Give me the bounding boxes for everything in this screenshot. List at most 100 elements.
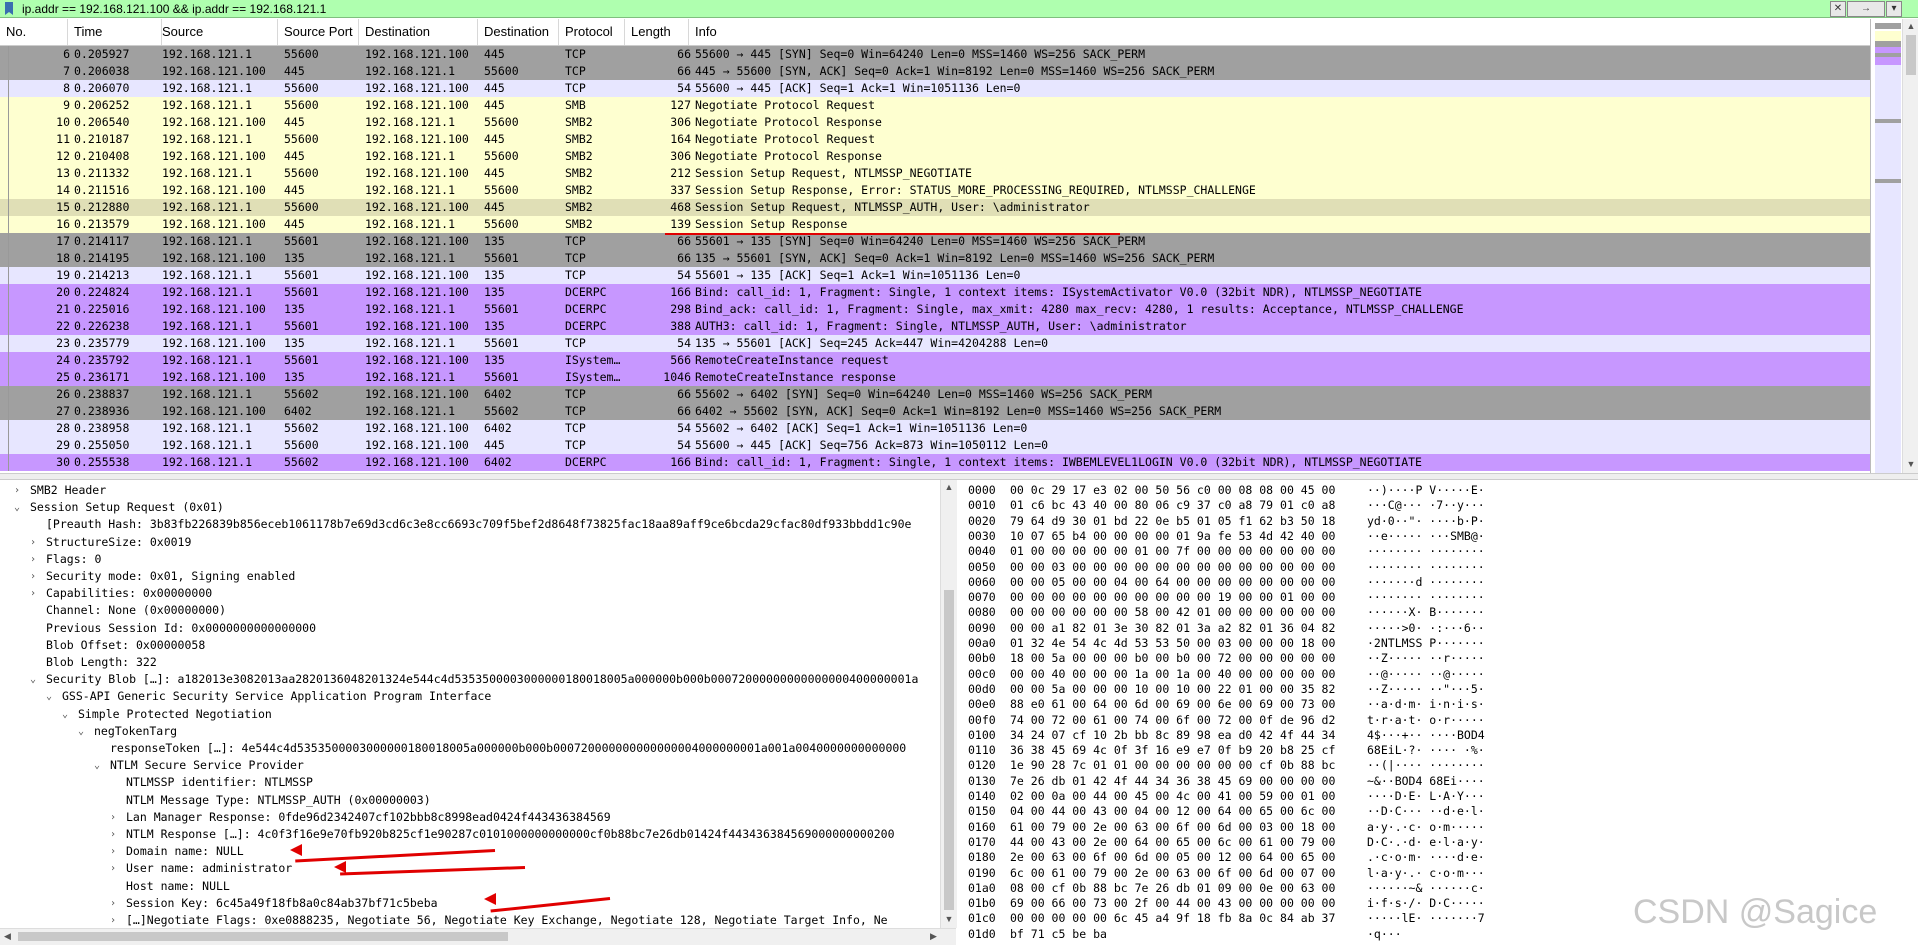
packet-row[interactable]: 7 0.206038 192.168.121.100 445 192.168.121.1… xyxy=(0,63,1870,80)
collapse-arrow-icon[interactable]: › xyxy=(108,860,118,877)
packet-rows: 6 0.205927 192.168.121.1 55600 192.168.121.1… xyxy=(0,46,1870,471)
collapse-arrow-icon[interactable]: › xyxy=(12,482,22,499)
cell-proto: DCERPC xyxy=(565,285,607,299)
packet-row[interactable]: 22 0.226238 192.168.121.1 55601 192.168.121.… xyxy=(0,318,1870,335)
column-header-no[interactable]: No. xyxy=(0,19,68,45)
packet-row[interactable]: 14 0.211516 192.168.121.100 445 192.168.121.… xyxy=(0,182,1870,199)
details-horizontal-scrollbar[interactable]: ◀ ▶ xyxy=(0,928,956,945)
scroll-right-icon[interactable]: ▶ xyxy=(930,930,940,942)
packet-row[interactable]: 30 0.255538 192.168.121.1 55602 192.168.121.… xyxy=(0,454,1870,471)
cell-src: 192.168.121.1 xyxy=(162,455,253,469)
expand-arrow-icon[interactable]: ⌄ xyxy=(76,723,86,740)
cell-src: 192.168.121.1 xyxy=(162,353,253,367)
cell-src: 192.168.121.1 xyxy=(162,200,253,214)
scroll-down-icon[interactable]: ▼ xyxy=(1906,459,1916,469)
packet-row[interactable]: 8 0.206070 192.168.121.1 55600 192.168.121.1… xyxy=(0,80,1870,97)
scroll-up-icon[interactable]: ▲ xyxy=(1906,21,1916,31)
conversation-gutter xyxy=(8,199,9,216)
collapse-arrow-icon[interactable]: › xyxy=(108,809,118,826)
packet-row[interactable]: 13 0.211332 192.168.121.1 55600 192.168.121.… xyxy=(0,165,1870,182)
scroll-thumb[interactable] xyxy=(18,932,508,941)
collapse-arrow-icon[interactable]: › xyxy=(108,843,118,860)
packet-list[interactable]: No. Time Source Source Port Destination … xyxy=(0,19,1870,473)
tree-item-label: StructureSize: 0x0019 xyxy=(46,534,192,549)
expand-arrow-icon[interactable]: ⌄ xyxy=(44,688,54,705)
cell-len: 306 xyxy=(670,115,691,129)
scroll-down-icon[interactable]: ▼ xyxy=(944,914,954,924)
collapse-arrow-icon[interactable]: › xyxy=(108,895,118,912)
packet-row[interactable]: 9 0.206252 192.168.121.1 55600 192.168.121.1… xyxy=(0,97,1870,114)
collapse-arrow-icon[interactable]: › xyxy=(108,912,118,928)
details-scrollbar[interactable]: ▲ ▼ xyxy=(940,480,957,928)
cell-no: 6 xyxy=(63,47,70,61)
cell-info: Negotiate Protocol Response xyxy=(695,115,882,129)
clear-filter-button[interactable]: ✕ xyxy=(1830,1,1846,17)
column-header-time[interactable]: Time xyxy=(68,19,162,45)
expand-arrow-icon[interactable]: ⌄ xyxy=(92,757,102,774)
expand-arrow-icon[interactable]: ⌄ xyxy=(60,706,70,723)
collapse-arrow-icon[interactable]: › xyxy=(28,585,38,602)
display-filter-input[interactable]: ip.addr == 192.168.121.100 && ip.addr ==… xyxy=(22,1,326,17)
packet-row[interactable]: 20 0.224824 192.168.121.1 55601 192.168.121.… xyxy=(0,284,1870,301)
cell-src: 192.168.121.1 xyxy=(162,98,253,112)
packet-row[interactable]: 15 0.212880 192.168.121.1 55600 192.168.121.… xyxy=(0,199,1870,216)
cell-dport: 135 xyxy=(484,319,505,333)
collapse-arrow-icon[interactable]: › xyxy=(28,568,38,585)
cell-dst: 192.168.121.100 xyxy=(365,200,469,214)
packet-bytes-pane[interactable]: 0000 00 0c 29 17 e3 02 00 50 56 c0 00 08 … xyxy=(962,480,1918,946)
cell-info: 55600 → 445 [ACK] Seq=1 Ack=1 Win=105113… xyxy=(695,81,1021,95)
packet-row[interactable]: 11 0.210187 192.168.121.1 55600 192.168.121.… xyxy=(0,131,1870,148)
collapse-arrow-icon[interactable]: › xyxy=(28,551,38,568)
bookmark-icon[interactable] xyxy=(4,2,14,15)
cell-no: 26 xyxy=(56,387,70,401)
packet-row[interactable]: 24 0.235792 192.168.121.1 55601 192.168.121.… xyxy=(0,352,1870,369)
cell-no: 20 xyxy=(56,285,70,299)
cell-no: 11 xyxy=(56,132,70,146)
packet-row[interactable]: 28 0.238958 192.168.121.1 55602 192.168.121.… xyxy=(0,420,1870,437)
column-header-protocol[interactable]: Protocol xyxy=(559,19,625,45)
display-filter-bar[interactable]: ip.addr == 192.168.121.100 && ip.addr ==… xyxy=(0,0,1918,18)
collapse-arrow-icon[interactable]: › xyxy=(108,826,118,843)
packet-row[interactable]: 6 0.205927 192.168.121.1 55600 192.168.121.1… xyxy=(0,46,1870,63)
packet-row[interactable]: 12 0.210408 192.168.121.100 445 192.168.121.… xyxy=(0,148,1870,165)
packet-row[interactable]: 26 0.238837 192.168.121.1 55602 192.168.121.… xyxy=(0,386,1870,403)
packet-row[interactable]: 23 0.235779 192.168.121.100 135 192.168.121.… xyxy=(0,335,1870,352)
cell-proto: TCP xyxy=(565,438,586,452)
cell-no: 10 xyxy=(56,115,70,129)
packet-minimap[interactable] xyxy=(1870,19,1903,485)
apply-filter-button[interactable]: → xyxy=(1847,1,1885,17)
scroll-thumb[interactable] xyxy=(944,590,954,910)
cell-no: 8 xyxy=(63,81,70,95)
expand-arrow-icon[interactable]: ⌄ xyxy=(28,671,38,688)
packet-list-scrollbar[interactable]: ▲ ▼ xyxy=(1902,19,1918,473)
column-header-destination-port[interactable]: Destination xyxy=(478,19,559,45)
tree-item-label: Channel: None (0x00000000) xyxy=(46,603,227,618)
scroll-up-icon[interactable]: ▲ xyxy=(944,482,954,492)
column-header-destination[interactable]: Destination xyxy=(359,19,478,45)
packet-row[interactable]: 25 0.236171 192.168.121.100 135 192.168.121.… xyxy=(0,369,1870,386)
scroll-thumb[interactable] xyxy=(1906,35,1916,75)
cell-no: 29 xyxy=(56,438,70,452)
packet-row[interactable]: 18 0.214195 192.168.121.100 135 192.168.121.… xyxy=(0,250,1870,267)
collapse-arrow-icon[interactable]: › xyxy=(28,534,38,551)
cell-dst: 192.168.121.1 xyxy=(365,404,456,418)
column-header-info[interactable]: Info xyxy=(689,19,1870,45)
filter-dropdown-button[interactable]: ▾ xyxy=(1886,1,1902,17)
packet-details-tree[interactable]: › SMB2 Header ⌄ Session Setup Request (0x01… xyxy=(0,480,941,928)
column-header-source-port[interactable]: Source Port xyxy=(278,19,359,45)
column-header-length[interactable]: Length xyxy=(625,19,689,45)
packet-row[interactable]: 17 0.214117 192.168.121.1 55601 192.168.121.… xyxy=(0,233,1870,250)
pane-splitter[interactable] xyxy=(0,473,1918,480)
packet-row[interactable]: 27 0.238936 192.168.121.100 6402 192.168.121… xyxy=(0,403,1870,420)
packet-row[interactable]: 21 0.225016 192.168.121.100 135 192.168.121.… xyxy=(0,301,1870,318)
cell-time: 0.206038 xyxy=(74,64,130,78)
cell-no: 21 xyxy=(56,302,70,316)
packet-row[interactable]: 10 0.206540 192.168.121.100 445 192.168.121.… xyxy=(0,114,1870,131)
packet-row[interactable]: 19 0.214213 192.168.121.1 55601 192.168.121.… xyxy=(0,267,1870,284)
expand-arrow-icon[interactable]: ⌄ xyxy=(12,499,22,516)
column-header-source[interactable]: Source xyxy=(156,19,278,45)
packet-row[interactable]: 29 0.255050 192.168.121.1 55600 192.168.121.… xyxy=(0,437,1870,454)
cell-proto: ISystem… xyxy=(565,353,621,367)
packet-row[interactable]: 16 0.213579 192.168.121.100 445 192.168.121.… xyxy=(0,216,1870,233)
scroll-left-icon[interactable]: ◀ xyxy=(4,930,14,942)
